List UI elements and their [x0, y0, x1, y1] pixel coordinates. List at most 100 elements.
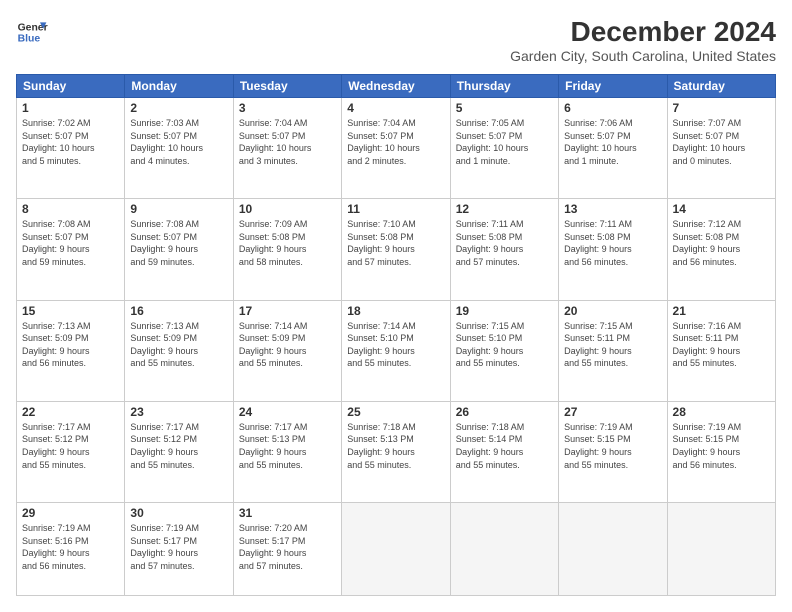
week-row-4: 22 Sunrise: 7:17 AMSunset: 5:12 PMDayligh… [17, 401, 776, 502]
day-number: 12 [456, 202, 553, 216]
calendar-cell: 13 Sunrise: 7:11 AMSunset: 5:08 PMDayligh… [559, 199, 667, 300]
calendar-cell: 10 Sunrise: 7:09 AMSunset: 5:08 PMDayligh… [233, 199, 341, 300]
day-number: 22 [22, 405, 119, 419]
weekday-header-saturday: Saturday [667, 75, 775, 98]
calendar-cell: 15Sunrise: 7:13 AMSunset: 5:09 PMDayligh… [17, 300, 125, 401]
day-info: Sunrise: 7:15 AMSunset: 5:10 PMDaylight:… [456, 320, 553, 370]
day-number: 3 [239, 101, 336, 115]
day-info: Sunrise: 7:10 AMSunset: 5:08 PMDaylight:… [347, 218, 444, 268]
calendar-cell [342, 503, 450, 596]
calendar-cell: 2 Sunrise: 7:03 AMSunset: 5:07 PMDaylight… [125, 98, 233, 199]
calendar-cell: 20 Sunrise: 7:15 AMSunset: 5:11 PMDayligh… [559, 300, 667, 401]
day-info: Sunrise: 7:05 AMSunset: 5:07 PMDaylight:… [456, 117, 553, 167]
calendar-cell: 27 Sunrise: 7:19 AMSunset: 5:15 PMDayligh… [559, 401, 667, 502]
day-info: Sunrise: 7:16 AMSunset: 5:11 PMDaylight:… [673, 320, 770, 370]
calendar-cell: 22 Sunrise: 7:17 AMSunset: 5:12 PMDayligh… [17, 401, 125, 502]
logo: General Blue [16, 16, 48, 48]
calendar-cell: 21 Sunrise: 7:16 AMSunset: 5:11 PMDayligh… [667, 300, 775, 401]
day-number: 30 [130, 506, 227, 520]
header: General Blue December 2024 Garden City, … [16, 16, 776, 64]
week-row-5: 29Sunrise: 7:19 AMSunset: 5:16 PMDayligh… [17, 503, 776, 596]
day-number: 10 [239, 202, 336, 216]
day-info: Sunrise: 7:11 AMSunset: 5:08 PMDaylight:… [564, 218, 661, 268]
weekday-header-wednesday: Wednesday [342, 75, 450, 98]
day-info: Sunrise: 7:06 AMSunset: 5:07 PMDaylight:… [564, 117, 661, 167]
calendar-cell: 16Sunrise: 7:13 AMSunset: 5:09 PMDayligh… [125, 300, 233, 401]
day-info: Sunrise: 7:03 AMSunset: 5:07 PMDaylight:… [130, 117, 227, 167]
calendar-body: 1 Sunrise: 7:02 AMSunset: 5:07 PMDaylight… [17, 98, 776, 596]
calendar-cell: 4 Sunrise: 7:04 AMSunset: 5:07 PMDaylight… [342, 98, 450, 199]
day-info: Sunrise: 7:15 AMSunset: 5:11 PMDaylight:… [564, 320, 661, 370]
weekday-header-row: SundayMondayTuesdayWednesdayThursdayFrid… [17, 75, 776, 98]
calendar-cell: 9 Sunrise: 7:08 AMSunset: 5:07 PMDaylight… [125, 199, 233, 300]
day-info: Sunrise: 7:11 AMSunset: 5:08 PMDaylight:… [456, 218, 553, 268]
weekday-header-friday: Friday [559, 75, 667, 98]
calendar-cell: 5Sunrise: 7:05 AMSunset: 5:07 PMDaylight… [450, 98, 558, 199]
day-number: 11 [347, 202, 444, 216]
calendar-cell: 18Sunrise: 7:14 AMSunset: 5:10 PMDayligh… [342, 300, 450, 401]
day-number: 14 [673, 202, 770, 216]
day-number: 13 [564, 202, 661, 216]
day-number: 27 [564, 405, 661, 419]
calendar-cell: 29Sunrise: 7:19 AMSunset: 5:16 PMDayligh… [17, 503, 125, 596]
weekday-header-tuesday: Tuesday [233, 75, 341, 98]
calendar-cell: 31 Sunrise: 7:20 AMSunset: 5:17 PMDayligh… [233, 503, 341, 596]
day-info: Sunrise: 7:19 AMSunset: 5:15 PMDaylight:… [564, 421, 661, 471]
day-number: 24 [239, 405, 336, 419]
calendar-cell [667, 503, 775, 596]
calendar-cell: 14 Sunrise: 7:12 AMSunset: 5:08 PMDayligh… [667, 199, 775, 300]
day-number: 6 [564, 101, 661, 115]
day-number: 2 [130, 101, 227, 115]
day-info: Sunrise: 7:04 AMSunset: 5:07 PMDaylight:… [239, 117, 336, 167]
day-number: 19 [456, 304, 553, 318]
day-info: Sunrise: 7:18 AMSunset: 5:13 PMDaylight:… [347, 421, 444, 471]
weekday-header-thursday: Thursday [450, 75, 558, 98]
day-info: Sunrise: 7:08 AMSunset: 5:07 PMDaylight:… [130, 218, 227, 268]
calendar-cell: 24 Sunrise: 7:17 AMSunset: 5:13 PMDayligh… [233, 401, 341, 502]
day-info: Sunrise: 7:14 AMSunset: 5:09 PMDaylight:… [239, 320, 336, 370]
day-info: Sunrise: 7:17 AMSunset: 5:12 PMDaylight:… [22, 421, 119, 471]
calendar-cell: 6 Sunrise: 7:06 AMSunset: 5:07 PMDaylight… [559, 98, 667, 199]
calendar-cell: 25 Sunrise: 7:18 AMSunset: 5:13 PMDayligh… [342, 401, 450, 502]
calendar-cell: 3 Sunrise: 7:04 AMSunset: 5:07 PMDaylight… [233, 98, 341, 199]
day-number: 31 [239, 506, 336, 520]
calendar-cell: 26 Sunrise: 7:18 AMSunset: 5:14 PMDayligh… [450, 401, 558, 502]
day-number: 15 [22, 304, 119, 318]
day-number: 4 [347, 101, 444, 115]
weekday-header-sunday: Sunday [17, 75, 125, 98]
logo-icon: General Blue [16, 16, 48, 48]
day-info: Sunrise: 7:17 AMSunset: 5:13 PMDaylight:… [239, 421, 336, 471]
day-number: 28 [673, 405, 770, 419]
day-info: Sunrise: 7:02 AMSunset: 5:07 PMDaylight:… [22, 117, 119, 167]
day-info: Sunrise: 7:18 AMSunset: 5:14 PMDaylight:… [456, 421, 553, 471]
day-info: Sunrise: 7:04 AMSunset: 5:07 PMDaylight:… [347, 117, 444, 167]
calendar-table: SundayMondayTuesdayWednesdayThursdayFrid… [16, 74, 776, 596]
day-info: Sunrise: 7:19 AMSunset: 5:17 PMDaylight:… [130, 522, 227, 572]
day-number: 25 [347, 405, 444, 419]
day-info: Sunrise: 7:12 AMSunset: 5:08 PMDaylight:… [673, 218, 770, 268]
day-info: Sunrise: 7:19 AMSunset: 5:16 PMDaylight:… [22, 522, 119, 572]
day-number: 9 [130, 202, 227, 216]
day-number: 7 [673, 101, 770, 115]
day-number: 26 [456, 405, 553, 419]
calendar-cell: 28Sunrise: 7:19 AMSunset: 5:15 PMDayligh… [667, 401, 775, 502]
location-title: Garden City, South Carolina, United Stat… [510, 48, 776, 64]
calendar-cell: 23Sunrise: 7:17 AMSunset: 5:12 PMDayligh… [125, 401, 233, 502]
day-number: 8 [22, 202, 119, 216]
day-number: 18 [347, 304, 444, 318]
day-number: 20 [564, 304, 661, 318]
day-number: 21 [673, 304, 770, 318]
day-info: Sunrise: 7:09 AMSunset: 5:08 PMDaylight:… [239, 218, 336, 268]
calendar-cell: 17Sunrise: 7:14 AMSunset: 5:09 PMDayligh… [233, 300, 341, 401]
weekday-header-monday: Monday [125, 75, 233, 98]
day-info: Sunrise: 7:20 AMSunset: 5:17 PMDaylight:… [239, 522, 336, 572]
day-number: 23 [130, 405, 227, 419]
week-row-3: 15Sunrise: 7:13 AMSunset: 5:09 PMDayligh… [17, 300, 776, 401]
month-title: December 2024 [510, 16, 776, 48]
page: General Blue December 2024 Garden City, … [0, 0, 792, 612]
day-number: 1 [22, 101, 119, 115]
calendar-cell: 1 Sunrise: 7:02 AMSunset: 5:07 PMDaylight… [17, 98, 125, 199]
calendar-cell: 7Sunrise: 7:07 AMSunset: 5:07 PMDaylight… [667, 98, 775, 199]
calendar-cell: 12 Sunrise: 7:11 AMSunset: 5:08 PMDayligh… [450, 199, 558, 300]
calendar-cell: 19 Sunrise: 7:15 AMSunset: 5:10 PMDayligh… [450, 300, 558, 401]
